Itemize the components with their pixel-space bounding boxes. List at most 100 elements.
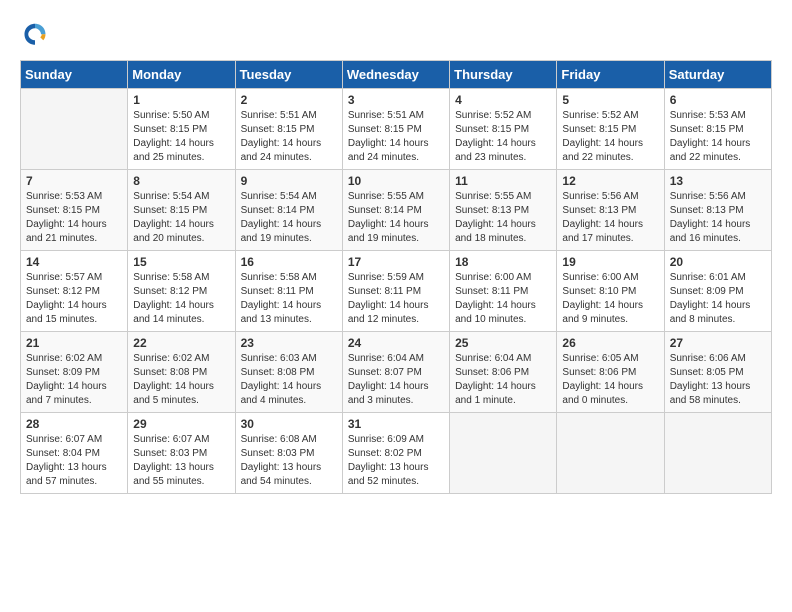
day-header: Thursday [450,61,557,89]
cell-content: Sunrise: 5:58 AM Sunset: 8:11 PM Dayligh… [241,271,337,327]
cell-content: Sunrise: 5:54 AM Sunset: 8:15 PM Dayligh… [133,190,229,246]
day-header: Saturday [664,61,771,89]
cell-content: Sunrise: 6:00 AM Sunset: 8:11 PM Dayligh… [455,271,551,327]
cell-content: Sunrise: 5:52 AM Sunset: 8:15 PM Dayligh… [455,109,551,165]
day-header: Friday [557,61,664,89]
calendar-week-row: 14 Sunrise: 5:57 AM Sunset: 8:12 PM Dayli… [21,251,772,332]
calendar-cell: 2 Sunrise: 5:51 AM Sunset: 8:15 PM Daylig… [235,89,342,170]
day-number: 24 [348,336,444,350]
calendar-header-row: SundayMondayTuesdayWednesdayThursdayFrid… [21,61,772,89]
day-number: 6 [670,93,766,107]
calendar-cell: 14 Sunrise: 5:57 AM Sunset: 8:12 PM Dayli… [21,251,128,332]
day-header: Sunday [21,61,128,89]
day-number: 18 [455,255,551,269]
calendar-cell [21,89,128,170]
calendar-cell: 10 Sunrise: 5:55 AM Sunset: 8:14 PM Dayli… [342,170,449,251]
calendar-cell: 16 Sunrise: 5:58 AM Sunset: 8:11 PM Dayli… [235,251,342,332]
cell-content: Sunrise: 5:56 AM Sunset: 8:13 PM Dayligh… [562,190,658,246]
calendar-cell: 30 Sunrise: 6:08 AM Sunset: 8:03 PM Dayli… [235,413,342,494]
cell-content: Sunrise: 6:08 AM Sunset: 8:03 PM Dayligh… [241,433,337,489]
day-number: 30 [241,417,337,431]
calendar-cell [664,413,771,494]
cell-content: Sunrise: 5:59 AM Sunset: 8:11 PM Dayligh… [348,271,444,327]
cell-content: Sunrise: 5:58 AM Sunset: 8:12 PM Dayligh… [133,271,229,327]
cell-content: Sunrise: 5:55 AM Sunset: 8:13 PM Dayligh… [455,190,551,246]
day-header: Tuesday [235,61,342,89]
calendar-cell: 24 Sunrise: 6:04 AM Sunset: 8:07 PM Dayli… [342,332,449,413]
calendar-cell: 25 Sunrise: 6:04 AM Sunset: 8:06 PM Dayli… [450,332,557,413]
cell-content: Sunrise: 5:52 AM Sunset: 8:15 PM Dayligh… [562,109,658,165]
day-number: 5 [562,93,658,107]
day-number: 10 [348,174,444,188]
calendar-cell: 3Sunrise: 5:51 AM Sunset: 8:15 PM Daylig… [342,89,449,170]
cell-content: Sunrise: 6:00 AM Sunset: 8:10 PM Dayligh… [562,271,658,327]
day-number: 8 [133,174,229,188]
calendar-week-row: 21 Sunrise: 6:02 AM Sunset: 8:09 PM Dayli… [21,332,772,413]
day-number: 1 [133,93,229,107]
calendar-cell: 9 Sunrise: 5:54 AM Sunset: 8:14 PM Daylig… [235,170,342,251]
day-number: 28 [26,417,122,431]
cell-content: Sunrise: 6:09 AM Sunset: 8:02 PM Dayligh… [348,433,444,489]
cell-content: Sunrise: 6:07 AM Sunset: 8:04 PM Dayligh… [26,433,122,489]
calendar-cell: 22 Sunrise: 6:02 AM Sunset: 8:08 PM Dayli… [128,332,235,413]
day-number: 11 [455,174,551,188]
calendar-cell: 29Sunrise: 6:07 AM Sunset: 8:03 PM Dayli… [128,413,235,494]
day-number: 31 [348,417,444,431]
day-number: 26 [562,336,658,350]
day-number: 2 [241,93,337,107]
cell-content: Sunrise: 6:02 AM Sunset: 8:09 PM Dayligh… [26,352,122,408]
day-number: 22 [133,336,229,350]
calendar-cell: 20 Sunrise: 6:01 AM Sunset: 8:09 PM Dayli… [664,251,771,332]
cell-content: Sunrise: 5:50 AM Sunset: 8:15 PM Dayligh… [133,109,229,165]
cell-content: Sunrise: 5:51 AM Sunset: 8:15 PM Dayligh… [348,109,444,165]
calendar-table: SundayMondayTuesdayWednesdayThursdayFrid… [20,60,772,494]
calendar-week-row: 1 Sunrise: 5:50 AM Sunset: 8:15 PM Daylig… [21,89,772,170]
calendar-cell: 15 Sunrise: 5:58 AM Sunset: 8:12 PM Dayli… [128,251,235,332]
cell-content: Sunrise: 6:03 AM Sunset: 8:08 PM Dayligh… [241,352,337,408]
header [20,20,772,50]
cell-content: Sunrise: 6:04 AM Sunset: 8:06 PM Dayligh… [455,352,551,408]
day-header: Wednesday [342,61,449,89]
cell-content: Sunrise: 6:01 AM Sunset: 8:09 PM Dayligh… [670,271,766,327]
calendar-cell: 28 Sunrise: 6:07 AM Sunset: 8:04 PM Dayli… [21,413,128,494]
calendar-cell: 7Sunrise: 5:53 AM Sunset: 8:15 PM Daylig… [21,170,128,251]
day-number: 17 [348,255,444,269]
day-number: 14 [26,255,122,269]
cell-content: Sunrise: 5:56 AM Sunset: 8:13 PM Dayligh… [670,190,766,246]
cell-content: Sunrise: 6:02 AM Sunset: 8:08 PM Dayligh… [133,352,229,408]
logo [20,20,54,50]
day-number: 25 [455,336,551,350]
calendar-cell: 19Sunrise: 6:00 AM Sunset: 8:10 PM Dayli… [557,251,664,332]
day-number: 23 [241,336,337,350]
calendar-cell: 12 Sunrise: 5:56 AM Sunset: 8:13 PM Dayli… [557,170,664,251]
day-number: 15 [133,255,229,269]
calendar-cell: 17 Sunrise: 5:59 AM Sunset: 8:11 PM Dayli… [342,251,449,332]
calendar-cell: 23 Sunrise: 6:03 AM Sunset: 8:08 PM Dayli… [235,332,342,413]
day-number: 12 [562,174,658,188]
cell-content: Sunrise: 6:04 AM Sunset: 8:07 PM Dayligh… [348,352,444,408]
cell-content: Sunrise: 5:53 AM Sunset: 8:15 PM Dayligh… [26,190,122,246]
calendar-week-row: 28 Sunrise: 6:07 AM Sunset: 8:04 PM Dayli… [21,413,772,494]
day-number: 16 [241,255,337,269]
cell-content: Sunrise: 5:54 AM Sunset: 8:14 PM Dayligh… [241,190,337,246]
calendar-cell: 4 Sunrise: 5:52 AM Sunset: 8:15 PM Daylig… [450,89,557,170]
calendar-cell: 13 Sunrise: 5:56 AM Sunset: 8:13 PM Dayli… [664,170,771,251]
day-number: 20 [670,255,766,269]
day-number: 4 [455,93,551,107]
calendar-cell: 8 Sunrise: 5:54 AM Sunset: 8:15 PM Daylig… [128,170,235,251]
calendar-cell: 31 Sunrise: 6:09 AM Sunset: 8:02 PM Dayli… [342,413,449,494]
calendar-week-row: 7Sunrise: 5:53 AM Sunset: 8:15 PM Daylig… [21,170,772,251]
day-number: 29 [133,417,229,431]
calendar-cell: 18 Sunrise: 6:00 AM Sunset: 8:11 PM Dayli… [450,251,557,332]
calendar-cell: 27Sunrise: 6:06 AM Sunset: 8:05 PM Dayli… [664,332,771,413]
cell-content: Sunrise: 5:51 AM Sunset: 8:15 PM Dayligh… [241,109,337,165]
day-number: 9 [241,174,337,188]
calendar-cell: 11 Sunrise: 5:55 AM Sunset: 8:13 PM Dayli… [450,170,557,251]
calendar-cell: 5 Sunrise: 5:52 AM Sunset: 8:15 PM Daylig… [557,89,664,170]
cell-content: Sunrise: 5:55 AM Sunset: 8:14 PM Dayligh… [348,190,444,246]
day-number: 13 [670,174,766,188]
day-number: 21 [26,336,122,350]
cell-content: Sunrise: 5:57 AM Sunset: 8:12 PM Dayligh… [26,271,122,327]
calendar-cell: 1 Sunrise: 5:50 AM Sunset: 8:15 PM Daylig… [128,89,235,170]
cell-content: Sunrise: 5:53 AM Sunset: 8:15 PM Dayligh… [670,109,766,165]
